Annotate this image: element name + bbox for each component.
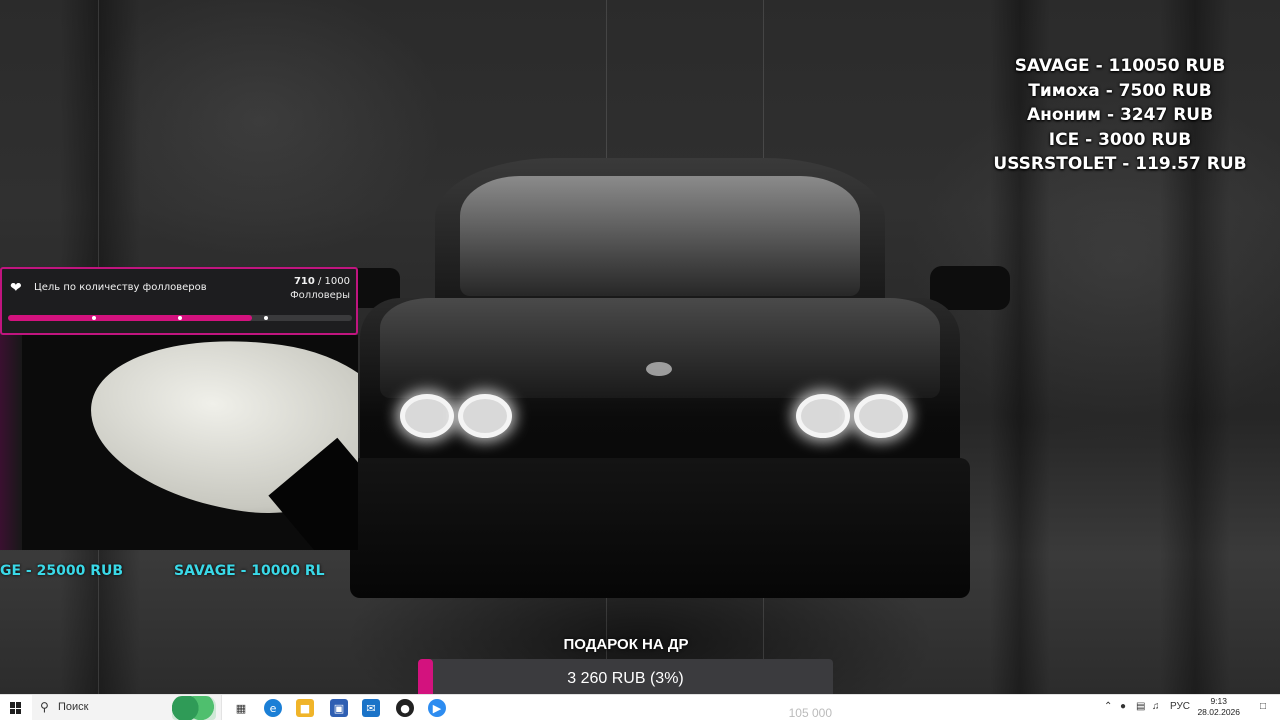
milestone-marker [92, 316, 96, 320]
search-highlight-icon[interactable] [172, 696, 216, 720]
windows-logo-icon [10, 702, 22, 714]
milestone-marker [178, 316, 182, 320]
birthday-goal-target: 105 000 [788, 706, 832, 720]
donor-entry: Аноним - 3247 RUB [1026, 105, 1214, 125]
system-tray: ⌃ ● ▤ ♫ РУС □ [1104, 695, 1274, 720]
volume-icon[interactable]: ♫ [1152, 701, 1160, 712]
store-icon[interactable]: ▣ [330, 699, 348, 717]
search-icon: ⚲ [40, 700, 49, 714]
taskbar-clock[interactable]: 9:13 28.02.2026 [1197, 696, 1240, 718]
birthday-goal-title: ПОДАРОК НА ДР [563, 636, 689, 653]
follower-progress-fill [8, 315, 253, 321]
top-donors-list: SAVAGE - 110050 RUB Тимоха - 7500 RUB Ан… [990, 54, 1250, 177]
car-badge-icon [646, 362, 672, 376]
milestone-marker [264, 316, 268, 320]
taskbar-search[interactable]: ⚲ Поиск [32, 695, 222, 720]
follower-goal-separator: / [314, 276, 325, 287]
network-icon[interactable]: ▤ [1136, 701, 1145, 712]
birthday-goal-raised: 3 260 RUB (3%) [567, 670, 684, 687]
notifications-icon[interactable]: □ [1260, 701, 1266, 712]
heart-icon: ❤ [10, 280, 22, 296]
headlight [854, 394, 908, 438]
headlight [458, 394, 512, 438]
language-indicator[interactable]: РУС [1170, 701, 1190, 712]
donation-ticker: GE - 25000 RUB SAVAGE - 10000 RL [0, 563, 330, 585]
follower-goal-count: 710 / 1000 [294, 276, 350, 287]
mail-icon[interactable]: ✉ [362, 699, 380, 717]
clock-time: 9:13 [1210, 696, 1227, 706]
follower-progress-track [8, 315, 352, 321]
donor-entry: SAVAGE - 110050 RUB [1014, 56, 1226, 76]
headlight [796, 394, 850, 438]
follower-goal-target: 1000 [324, 276, 350, 287]
file-explorer-icon[interactable]: ■ [296, 699, 314, 717]
donor-entry: Тимоха - 7500 RUB [1028, 80, 1212, 101]
follower-goal-widget: ❤ Цель по количеству фолловеров 710 / 10… [0, 267, 358, 335]
search-placeholder: Поиск [58, 701, 89, 713]
follower-goal-title: Цель по количеству фолловеров [34, 282, 207, 293]
microphone-icon[interactable]: ● [1120, 701, 1126, 712]
donor-entry: USSRSTOLET - 119.57 RUB [993, 154, 1247, 174]
ticker-item: SAVAGE - 10000 RL [174, 563, 325, 579]
task-view-icon[interactable]: ▦ [232, 699, 250, 717]
birthday-goal-bar: 3 260 RUB (3%) [418, 659, 833, 699]
car-image [340, 158, 1010, 628]
edge-browser-icon[interactable]: e [264, 699, 282, 717]
donor-entry: ICE - 3000 RUB [1048, 129, 1192, 150]
follower-goal-unit: Фолловеры [290, 290, 350, 301]
start-button[interactable] [0, 695, 32, 720]
obs-icon[interactable]: ● [396, 699, 414, 717]
webcam-feed [0, 335, 358, 550]
zoom-icon[interactable]: ▶ [428, 699, 446, 717]
follower-goal-current: 710 [293, 276, 315, 287]
windows-taskbar: ⚲ Поиск ▦ e ■ ▣ ✉ ● ▶ ⌃ ● ▤ ♫ РУС □ 9:13… [0, 694, 1280, 720]
clock-date: 28.02.2026 [1197, 707, 1240, 717]
chevron-up-icon[interactable]: ⌃ [1104, 701, 1112, 712]
headlight [400, 394, 454, 438]
ticker-item: GE - 25000 RUB [0, 563, 124, 579]
